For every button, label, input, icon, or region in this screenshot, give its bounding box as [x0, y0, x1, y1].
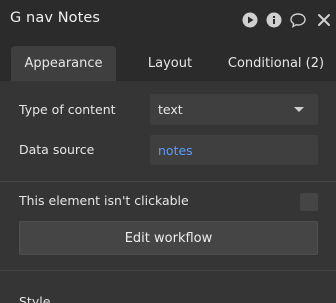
tab-bar: Appearance Layout Conditional (2)	[0, 40, 336, 81]
tab-appearance[interactable]: Appearance	[11, 46, 116, 81]
tab-layout[interactable]: Layout	[125, 46, 215, 81]
section-divider	[0, 181, 336, 182]
play-icon[interactable]	[242, 12, 258, 28]
element-title: G nav Notes	[10, 10, 101, 26]
appearance-panel: Type of content text Data source notes T…	[0, 81, 336, 303]
not-clickable-checkbox[interactable]	[300, 193, 318, 211]
type-of-content-value: text	[158, 102, 183, 117]
tab-conditional[interactable]: Conditional (2)	[224, 46, 328, 81]
comment-icon[interactable]	[290, 12, 306, 28]
not-clickable-label: This element isn't clickable	[19, 193, 189, 208]
info-icon[interactable]	[266, 12, 282, 28]
type-of-content-dropdown[interactable]: text	[150, 94, 318, 125]
inspector-header: G nav Notes	[0, 0, 336, 40]
chevron-down-icon	[294, 107, 304, 112]
type-of-content-label: Type of content	[19, 102, 116, 117]
section-divider	[0, 270, 336, 271]
edit-workflow-button[interactable]: Edit workflow	[19, 221, 318, 255]
data-source-field[interactable]: notes	[150, 135, 318, 165]
data-source-value: notes	[158, 142, 193, 158]
close-icon[interactable]	[316, 12, 332, 28]
style-label: Style	[19, 294, 51, 303]
data-source-label: Data source	[19, 142, 95, 157]
